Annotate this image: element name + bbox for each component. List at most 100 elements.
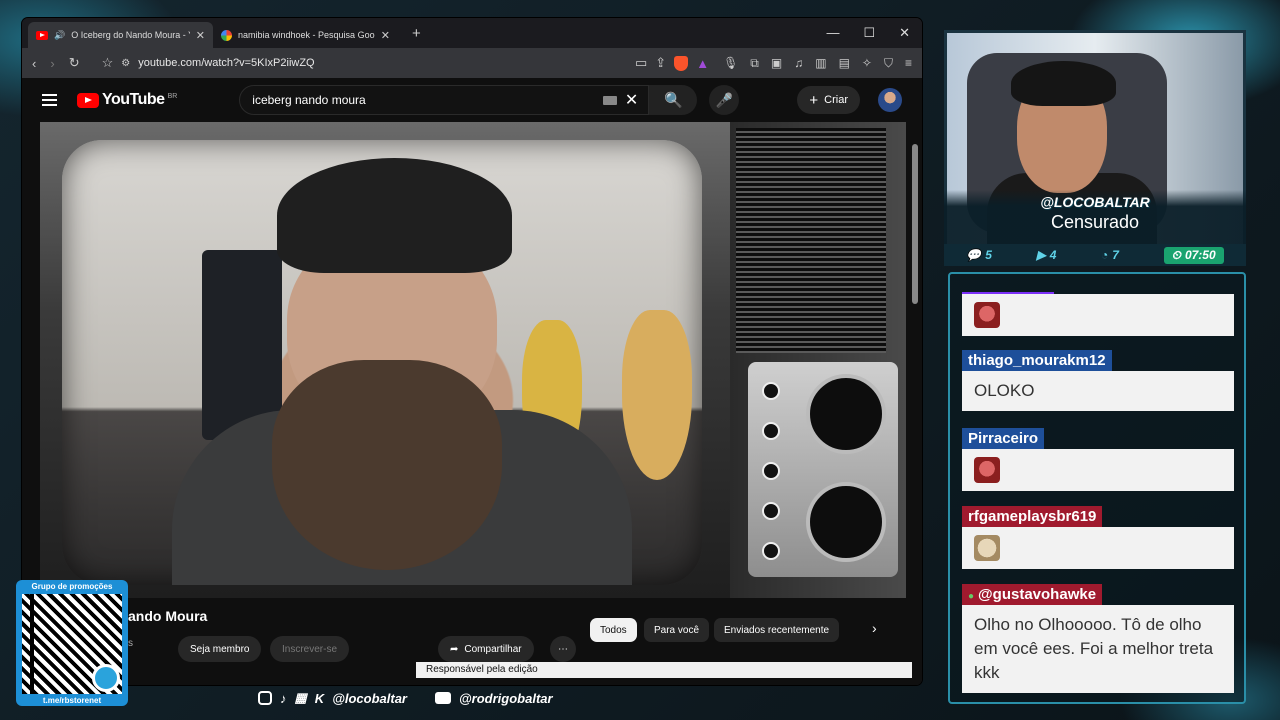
close-window-icon[interactable]: ✕	[899, 25, 910, 41]
tv-frame	[40, 122, 730, 598]
browser-window: 🔊 O Iceberg do Nando Moura - YouT ✕ nami…	[22, 18, 922, 685]
cast-icon[interactable]: ▭	[635, 55, 647, 71]
knob	[762, 542, 780, 560]
search-icon: 🔍	[663, 92, 683, 109]
vpn-icon[interactable]: ⛉	[884, 56, 893, 71]
badge-icon: ●	[968, 591, 975, 602]
create-label: Criar	[824, 94, 848, 106]
share-icon[interactable]: ⇪	[655, 55, 666, 71]
share-icon: ➦	[450, 643, 459, 655]
subscribe-button[interactable]: Inscrever-se	[270, 636, 350, 662]
promo-title: Grupo de promoções	[31, 582, 113, 591]
chat-bubble	[962, 294, 1234, 336]
leo-ai-icon[interactable]: ✧	[862, 56, 872, 71]
knob	[762, 382, 780, 400]
red-face-emote-icon	[974, 302, 1000, 328]
chat-count: 💬 5	[966, 248, 992, 262]
create-button[interactable]: + Criar	[797, 86, 860, 114]
knob	[762, 462, 780, 480]
chat-username-text: @gustavohawke	[978, 586, 1097, 603]
channel-dial	[806, 374, 886, 454]
chip-for-you[interactable]: Para você	[644, 618, 710, 642]
chip-recent[interactable]: Enviados recentemente	[714, 618, 840, 642]
new-tab-icon[interactable]: +	[412, 25, 421, 42]
kick-icon: K	[314, 690, 325, 706]
logo-text: YouTube	[102, 91, 165, 108]
wallet-icon[interactable]: ▤	[839, 56, 850, 71]
viewers-icon: ◔	[1101, 248, 1109, 262]
chat-message	[962, 294, 1234, 336]
microphone-icon[interactable]: 🎙	[723, 56, 738, 71]
chat-bubble	[962, 527, 1234, 569]
site-info-icon[interactable]: ⚙	[121, 58, 130, 69]
menu-icon[interactable]: ≡	[905, 56, 912, 71]
person-beard	[272, 360, 502, 570]
social-links: ♪ ▦ K @locobaltar @rodrigobaltar	[258, 690, 553, 706]
window-controls: — ☐ ✕	[826, 25, 922, 41]
voice-search-button[interactable]: 🎤	[709, 85, 740, 115]
chevron-right-icon[interactable]: ›	[872, 620, 877, 636]
video-icon: ▶	[1036, 248, 1046, 262]
clear-search-icon[interactable]: ✕	[625, 90, 638, 110]
page-scrollbar[interactable]	[912, 144, 918, 304]
close-tab-icon[interactable]: ✕	[381, 29, 390, 42]
chat-message: ● @gustavohawke Olho no Olhooooo. Tô de o…	[962, 584, 1234, 693]
share-button[interactable]: ➦ Compartilhar	[438, 636, 534, 662]
chat-message: Pirraceiro	[962, 428, 1234, 491]
forward-icon[interactable]: ›	[50, 56, 54, 71]
clock-icon: ⏲	[1171, 247, 1181, 262]
chat-count-value: 5	[985, 248, 992, 262]
tv-control-panel	[748, 362, 898, 577]
screenshot-icon[interactable]: ▣	[771, 56, 782, 71]
url-text[interactable]: youtube.com/watch?v=5KIxP2iiwZQ	[138, 57, 314, 69]
sidebar-icon[interactable]: ▥	[815, 56, 826, 71]
tooltip: Responsável pela edição	[416, 662, 912, 678]
streamer-hair	[1011, 61, 1116, 106]
promo-link: t.me/rbstorenet	[42, 696, 102, 705]
red-face-emote-icon	[974, 457, 1000, 483]
url-field[interactable]: ☆ ⚙ youtube.com/watch?v=5KIxP2iiwZQ ▭ ⇪ …	[102, 55, 709, 71]
speaker-grille	[736, 128, 886, 353]
tab-youtube[interactable]: 🔊 O Iceberg do Nando Moura - YouT ✕	[28, 22, 213, 48]
brave-rewards-icon[interactable]: ▲	[696, 56, 709, 71]
google-favicon-icon	[221, 29, 232, 41]
join-button[interactable]: Seja membro	[178, 636, 262, 662]
account-avatar[interactable]	[878, 88, 902, 112]
tab-title: O Iceberg do Nando Moura - YouT	[71, 30, 190, 40]
youtube-icon	[435, 692, 451, 704]
music-icon[interactable]: ♫	[794, 56, 803, 71]
chip-all[interactable]: Todos	[590, 618, 637, 642]
chat-panel: thiago_mourakm12 OLOKO Pirraceiro rfgame…	[948, 272, 1246, 704]
keyboard-icon[interactable]	[602, 95, 617, 105]
promo-qr-card[interactable]: Grupo de promoções t.me/rbstorenet	[16, 580, 128, 706]
subscriber-count: s	[128, 638, 133, 649]
youtube-logo[interactable]: YouTube BR	[77, 91, 177, 109]
stream-stats: 💬 5 ▶ 4 ◔ 7 ⏲ 07:50	[944, 244, 1246, 266]
reload-icon[interactable]: ↻	[69, 55, 80, 71]
timer-value: 07:50	[1184, 248, 1216, 262]
minimize-icon[interactable]: —	[826, 25, 839, 41]
tv-side-panel	[730, 122, 906, 598]
search-value[interactable]: iceberg nando moura	[252, 93, 603, 107]
video-player[interactable]	[40, 122, 906, 598]
more-actions-icon[interactable]: ⋯	[550, 636, 576, 662]
search-button[interactable]: 🔍	[649, 85, 698, 115]
search-input[interactable]: iceberg nando moura ✕	[239, 85, 650, 115]
close-tab-icon[interactable]: ✕	[196, 29, 205, 42]
extensions-icon[interactable]: ⧉	[750, 56, 759, 71]
youtube-favicon-icon	[36, 30, 48, 40]
stream-status: Censurado	[1050, 212, 1140, 232]
streamer-handle: @LOCOBALTAR	[1040, 194, 1150, 210]
tab-google[interactable]: namibia windhoek - Pesquisa Google ✕	[213, 22, 398, 48]
chat-message: rfgameplaysbr619	[962, 506, 1234, 569]
video-count-value: 4	[1049, 248, 1057, 262]
guitar	[622, 310, 692, 480]
bookmark-icon[interactable]: ☆	[102, 55, 114, 71]
menu-icon[interactable]	[42, 94, 57, 106]
chat-message: thiago_mourakm12 OLOKO	[962, 350, 1234, 411]
channel-name[interactable]: ando Moura	[128, 608, 207, 624]
back-icon[interactable]: ‹	[32, 56, 36, 71]
knob	[762, 422, 780, 440]
maximize-icon[interactable]: ☐	[863, 25, 875, 41]
brave-shields-icon[interactable]	[674, 55, 689, 71]
